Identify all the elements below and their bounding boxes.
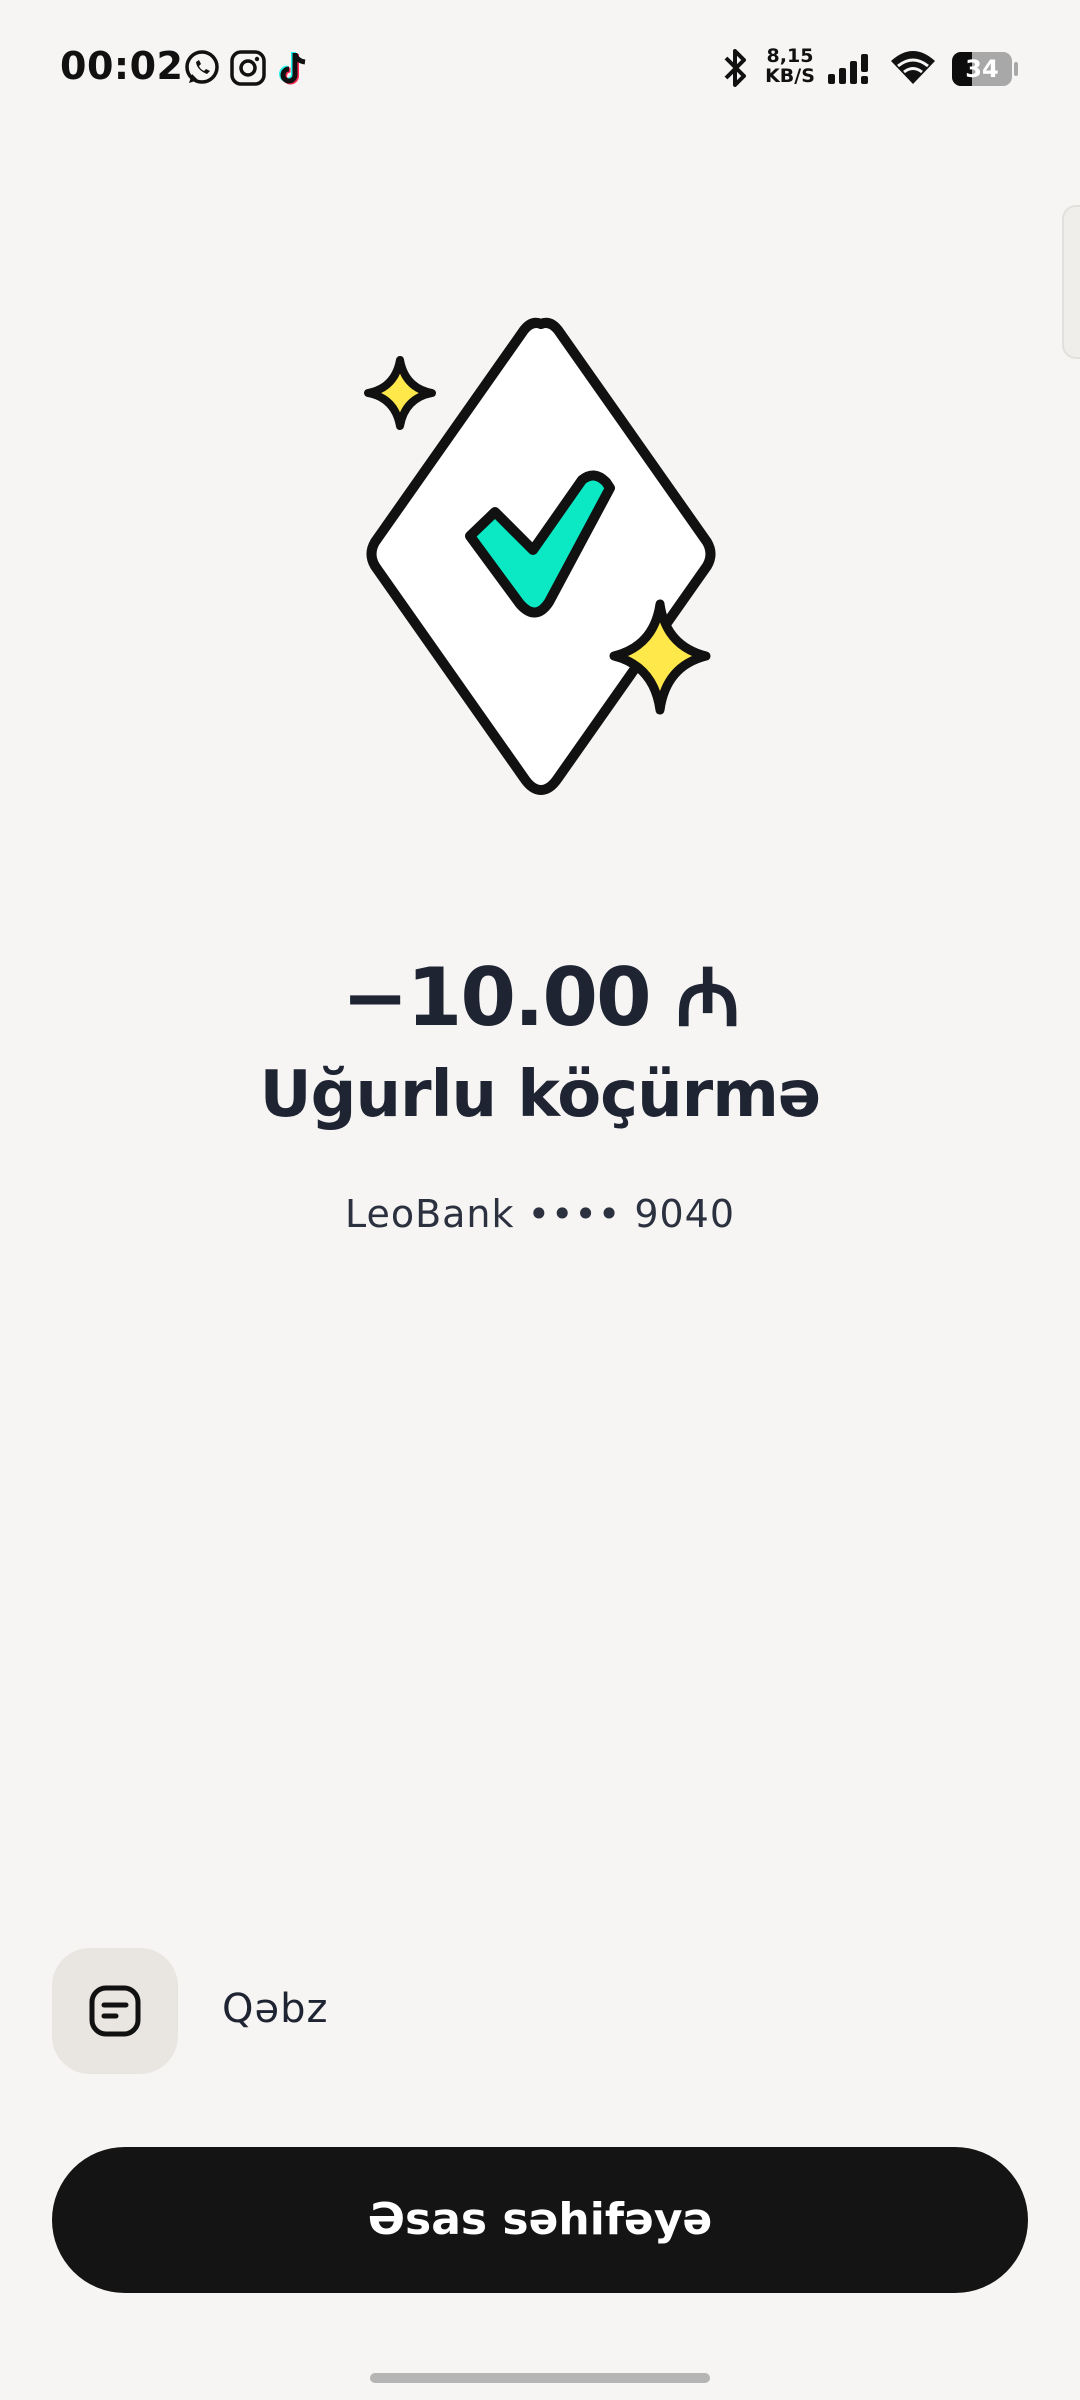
receipt-label[interactable]: Qəbz: [222, 1986, 328, 2032]
battery-tip: [1014, 62, 1018, 76]
receipt-button[interactable]: Qəbz: [52, 1948, 552, 2074]
status-time: 00:02: [60, 44, 184, 88]
signal-icon: [828, 54, 868, 84]
bluetooth-icon: [724, 49, 746, 87]
battery-icon: 34: [952, 52, 1018, 86]
account-label: LeoBank •••• 9040: [344, 1192, 736, 1236]
receipt-icon-container[interactable]: [52, 1948, 178, 2074]
page-title: Uğurlu köçürmə: [259, 1058, 822, 1132]
status-bar: 00:02 8,15 KB/S 34: [0, 0, 1080, 140]
network-speed-value: 8,15: [766, 45, 814, 67]
network-speed-unit: KB/S: [765, 65, 815, 87]
wifi-icon: [891, 51, 935, 84]
gesture-navigation-bar[interactable]: [370, 2373, 710, 2383]
whatsapp-icon: [185, 50, 219, 84]
sparkle-small-icon: [364, 356, 436, 430]
battery-body: 34: [952, 52, 1012, 86]
battery-level: 34: [965, 55, 999, 83]
instagram-icon: [230, 50, 266, 86]
transfer-amount: −10.00 ₼: [341, 951, 741, 1044]
tiktok-icon: [279, 52, 306, 85]
network-speed: 8,15 KB/S: [762, 46, 818, 86]
receipt-icon: [89, 1985, 141, 2037]
success-checkmark-illustration: [364, 317, 716, 795]
home-page-button[interactable]: Əsas səhifəyə: [52, 2147, 1028, 2293]
edge-panel-handle[interactable]: [1062, 205, 1080, 359]
